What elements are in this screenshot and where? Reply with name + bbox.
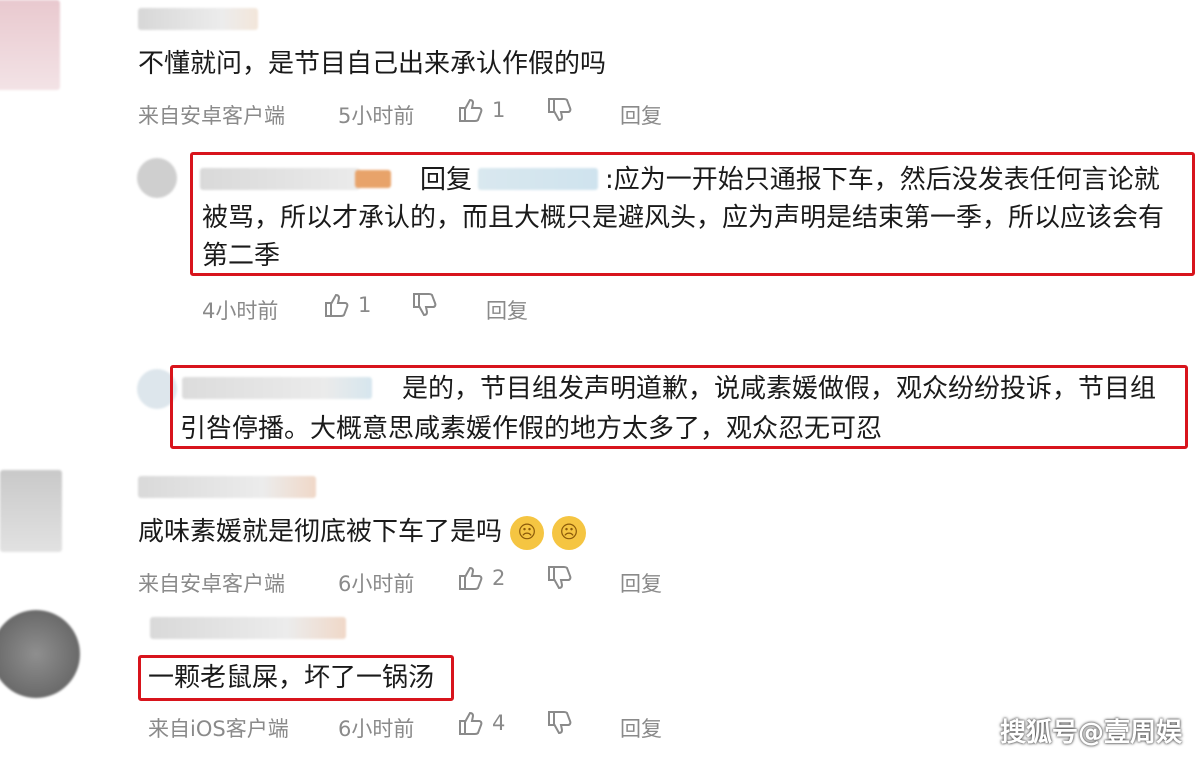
- comment-text: 一颗老鼠屎，坏了一锅汤: [148, 663, 435, 693]
- avatar[interactable]: [0, 470, 62, 552]
- reply-1: 回复 :应为一开始只通报下车，然后没发表任何言论就 被骂，所以才承认的，而且大概…: [0, 140, 1200, 330]
- comment-2: 咸味素媛就是彻底被下车了是吗 ☹ ☹ 来自安卓客户端 6小时前 2 回复: [0, 460, 1200, 600]
- comment-1: 不懂就问，是节目自己出来承认作假的吗 来自安卓客户端 5小时前 1 回复: [0, 0, 1200, 135]
- comment-time: 5小时前: [338, 104, 415, 128]
- thumbs-down-icon: [548, 566, 572, 590]
- reply-text-line-2: 被骂，所以才承认的，而且大概只是避风头，应为声明是结束第一季，所以应该会有: [202, 203, 1165, 233]
- username-blurred[interactable]: [200, 168, 360, 190]
- avatar[interactable]: [0, 610, 80, 698]
- comment-time: 6小时前: [338, 717, 415, 741]
- reply-time: 4小时前: [202, 299, 279, 323]
- like-button[interactable]: 1: [456, 96, 505, 124]
- like-count: 1: [358, 293, 372, 317]
- reply-text-line-2: 引咎停播。大概意思咸素媛作假的地方太多了，观众忍无可忍: [180, 414, 883, 444]
- dislike-button[interactable]: [545, 709, 573, 737]
- watermark: 搜狐号@壹周娱: [1000, 718, 1183, 748]
- like-count: 4: [492, 711, 506, 735]
- comment-source: 来自iOS客户端: [148, 717, 289, 741]
- comment-text-row: 咸味素媛就是彻底被下车了是吗 ☹ ☹: [138, 512, 587, 552]
- like-count: 2: [492, 566, 506, 590]
- thumbs-down-icon: [413, 293, 437, 317]
- user-badge: [355, 170, 391, 188]
- username-blurred[interactable]: [182, 377, 372, 399]
- comment-text: 咸味素媛就是彻底被下车了是吗: [138, 517, 503, 547]
- username-blurred[interactable]: [138, 8, 258, 30]
- reply-prefix[interactable]: 回复: [420, 160, 472, 200]
- thumbs-up-icon: [459, 711, 483, 735]
- like-button[interactable]: 4: [456, 709, 505, 737]
- reply-button[interactable]: 回复: [620, 713, 662, 743]
- dislike-button[interactable]: [410, 291, 438, 319]
- comment-source: 来自安卓客户端: [138, 572, 285, 596]
- reply-button[interactable]: 回复: [620, 568, 662, 598]
- mention-blurred[interactable]: [478, 168, 598, 190]
- reply-text-line-3: 第二季: [202, 241, 281, 271]
- reply-2: 是的，节目组发声明道歉，说咸素媛做假，观众纷纷投诉，节目组 引咎停播。大概意思咸…: [0, 355, 1200, 455]
- thumbs-down-icon: [548, 711, 572, 735]
- thumbs-up-icon: [459, 98, 483, 122]
- username-blurred[interactable]: [138, 476, 316, 498]
- reply-text-line-1: :应为一开始只通报下车，然后没发表任何言论就: [605, 165, 1160, 195]
- thumbs-up-icon: [459, 566, 483, 590]
- thumbs-up-icon: [325, 293, 349, 317]
- reply-text-line-1: 是的，节目组发声明道歉，说咸素媛做假，观众纷纷投诉，节目组: [402, 374, 1157, 404]
- avatar[interactable]: [137, 158, 177, 198]
- reply-button[interactable]: 回复: [486, 295, 528, 325]
- comment-text: 不懂就问，是节目自己出来承认作假的吗: [138, 49, 607, 79]
- dislike-button[interactable]: [545, 96, 573, 124]
- avatar[interactable]: [0, 0, 60, 90]
- username-blurred[interactable]: [150, 617, 346, 639]
- like-button[interactable]: 1: [322, 291, 371, 319]
- like-button[interactable]: 2: [456, 564, 505, 592]
- dislike-button[interactable]: [545, 564, 573, 592]
- emoji-icon: ☹: [552, 515, 587, 550]
- like-count: 1: [492, 98, 506, 122]
- comment-time: 6小时前: [338, 572, 415, 596]
- comment-source: 来自安卓客户端: [138, 104, 285, 128]
- reply-button[interactable]: 回复: [620, 100, 662, 130]
- thumbs-down-icon: [548, 98, 572, 122]
- emoji-icon: ☹: [510, 515, 545, 550]
